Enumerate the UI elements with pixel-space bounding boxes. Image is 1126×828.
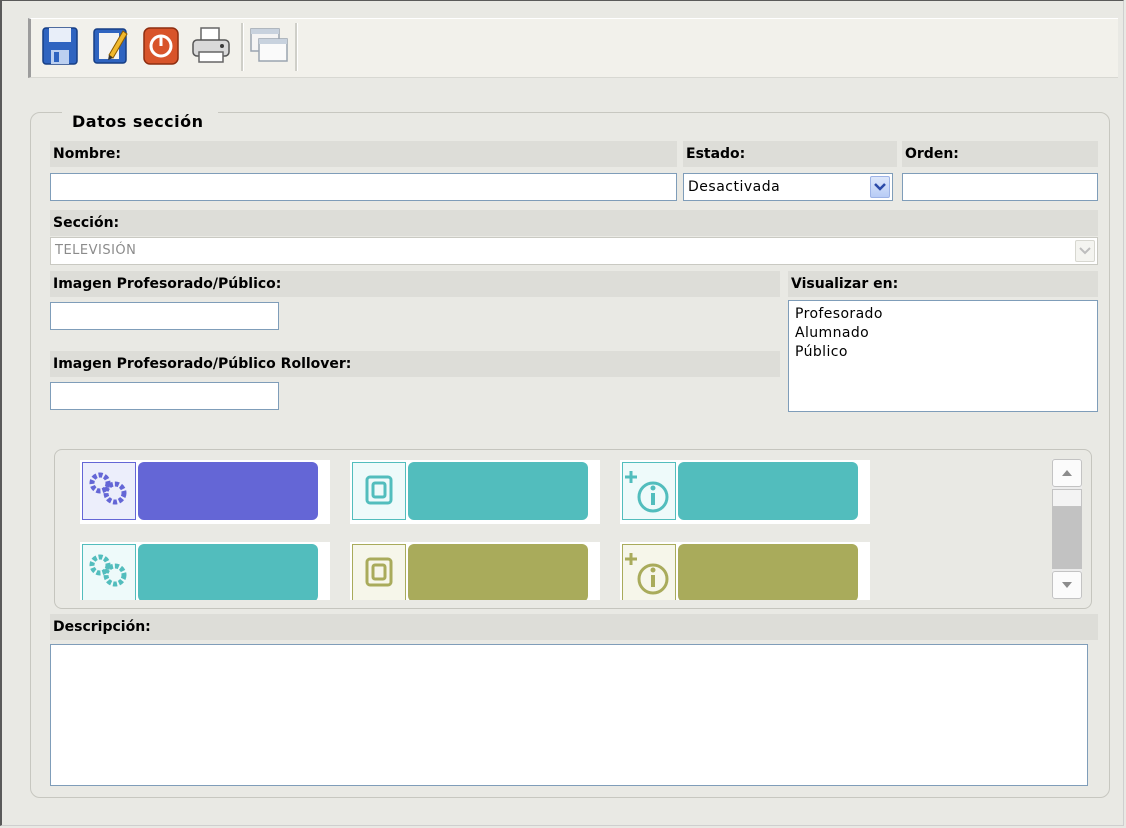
visualizar-option-publico[interactable]: Público [795, 343, 1091, 362]
power-icon[interactable] [139, 21, 183, 69]
scroll-down-button[interactable] [1052, 571, 1082, 599]
gears-icon [82, 544, 136, 600]
info-plus-icon [622, 544, 676, 600]
fieldset-legend: Datos sección [62, 112, 218, 131]
icon-tile-bar [678, 544, 858, 600]
visualizar-option-alumnado[interactable]: Alumnado [795, 324, 1091, 343]
gears-icon [82, 462, 136, 520]
descripcion-label: Descripción: [50, 614, 1098, 640]
icon-tile-bar [408, 544, 588, 600]
orden-label: Orden: [902, 141, 1098, 167]
spiral-icon [352, 462, 406, 520]
windows-icon[interactable] [247, 21, 291, 69]
visualizar-label: Visualizar en: [788, 271, 1098, 297]
icon-panel-scrollbar[interactable] [1052, 459, 1082, 599]
orden-input[interactable] [902, 173, 1098, 201]
visualizar-option-profesorado[interactable]: Profesorado [795, 305, 1091, 324]
nombre-input[interactable] [50, 173, 677, 201]
save-icon[interactable] [39, 21, 83, 69]
print-icon[interactable] [189, 21, 233, 69]
seccion-selected-value: TELEVISIÓN [55, 243, 137, 258]
toolbar [28, 18, 1118, 78]
toolbar-separator [241, 23, 244, 71]
icon-tile-bar [138, 462, 318, 520]
edit-icon[interactable] [89, 21, 133, 69]
estado-select[interactable]: Desactivada [683, 173, 893, 201]
icon-tile[interactable] [620, 542, 870, 600]
chevron-down-icon[interactable] [870, 176, 890, 198]
icon-tile[interactable] [350, 542, 600, 600]
seccion-select: TELEVISIÓN [50, 237, 1098, 265]
imagen-label: Imagen Profesorado/Público: [50, 271, 780, 297]
icon-tile[interactable] [620, 460, 870, 524]
icon-tile[interactable] [80, 460, 330, 524]
info-plus-icon [622, 462, 676, 520]
icon-tile[interactable] [80, 542, 330, 600]
icon-tile[interactable] [350, 460, 600, 524]
icon-tile-bar [138, 544, 318, 600]
imagen-rollover-input[interactable] [50, 382, 279, 410]
nombre-label: Nombre: [50, 141, 677, 167]
imagen-rollover-label: Imagen Profesorado/Público Rollover: [50, 351, 780, 377]
descripcion-textarea[interactable] [50, 644, 1088, 786]
toolbar-separator [295, 23, 298, 71]
estado-selected-value: Desactivada [688, 179, 781, 195]
scroll-up-button[interactable] [1052, 459, 1082, 487]
estado-label: Estado: [683, 141, 897, 167]
visualizar-listbox[interactable]: Profesorado Alumnado Público [788, 300, 1098, 412]
scroll-thumb[interactable] [1052, 489, 1082, 507]
spiral-icon [352, 544, 406, 600]
chevron-down-icon [1075, 240, 1095, 262]
seccion-label: Sección: [50, 210, 1098, 236]
imagen-input[interactable] [50, 302, 279, 330]
scroll-track[interactable] [1052, 507, 1082, 569]
icon-tile-bar [408, 462, 588, 520]
icon-tile-bar [678, 462, 858, 520]
